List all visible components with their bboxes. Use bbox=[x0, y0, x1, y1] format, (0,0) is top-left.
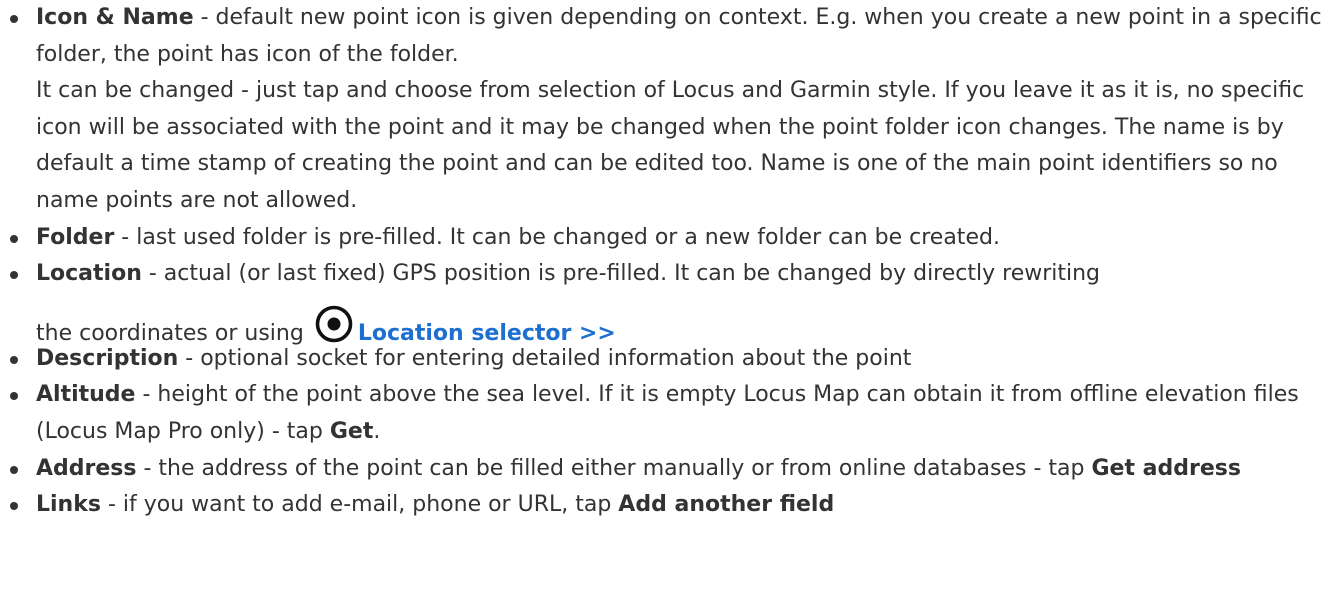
description-description: - optional socket for entering detailed … bbox=[178, 345, 912, 371]
term-altitude: Altitude bbox=[36, 382, 136, 408]
list-item-icon-name: Icon & Name - default new point icon is … bbox=[10, 0, 1328, 220]
location-selector-line: the coordinates or using Location select… bbox=[36, 293, 1328, 346]
field-description-list: Icon & Name - default new point icon is … bbox=[0, 0, 1328, 524]
address-description: - the address of the point can be filled… bbox=[136, 455, 1092, 481]
list-item-links: Links - if you want to add e-mail, phone… bbox=[10, 487, 1328, 524]
list-item-folder: Folder - last used folder is pre-filled.… bbox=[10, 220, 1328, 257]
document-body: Icon & Name - default new point icon is … bbox=[0, 0, 1328, 524]
target-icon bbox=[315, 305, 353, 343]
term-links: Links bbox=[36, 492, 101, 518]
icon-name-details: It can be changed - just tap and choose … bbox=[36, 78, 1305, 213]
get-action-label: Get bbox=[329, 418, 374, 444]
get-address-action-label: Get address bbox=[1091, 455, 1241, 481]
links-description: - if you want to add e-mail, phone or UR… bbox=[100, 492, 619, 518]
list-item-address: Address - the address of the point can b… bbox=[10, 451, 1328, 488]
term-folder: Folder bbox=[36, 224, 115, 250]
list-item-altitude: Altitude - height of the point above the… bbox=[10, 377, 1328, 450]
location-description: - actual (or last fixed) GPS position is… bbox=[141, 261, 1101, 287]
term-icon-name: Icon & Name bbox=[36, 5, 194, 30]
altitude-period: . bbox=[373, 418, 381, 444]
altitude-description: - height of the point above the sea leve… bbox=[36, 382, 1299, 444]
add-another-field-action-label: Add another field bbox=[618, 492, 835, 518]
term-address: Address bbox=[36, 455, 137, 481]
folder-description: - last used folder is pre-filled. It can… bbox=[114, 224, 1000, 250]
list-item-description: Description - optional socket for enteri… bbox=[10, 341, 1328, 378]
list-item-location: Location - actual (or last fixed) GPS po… bbox=[10, 256, 1328, 346]
icon-name-description: - default new point icon is given depend… bbox=[36, 5, 1322, 67]
term-description: Description bbox=[36, 345, 179, 371]
term-location: Location bbox=[36, 261, 142, 287]
